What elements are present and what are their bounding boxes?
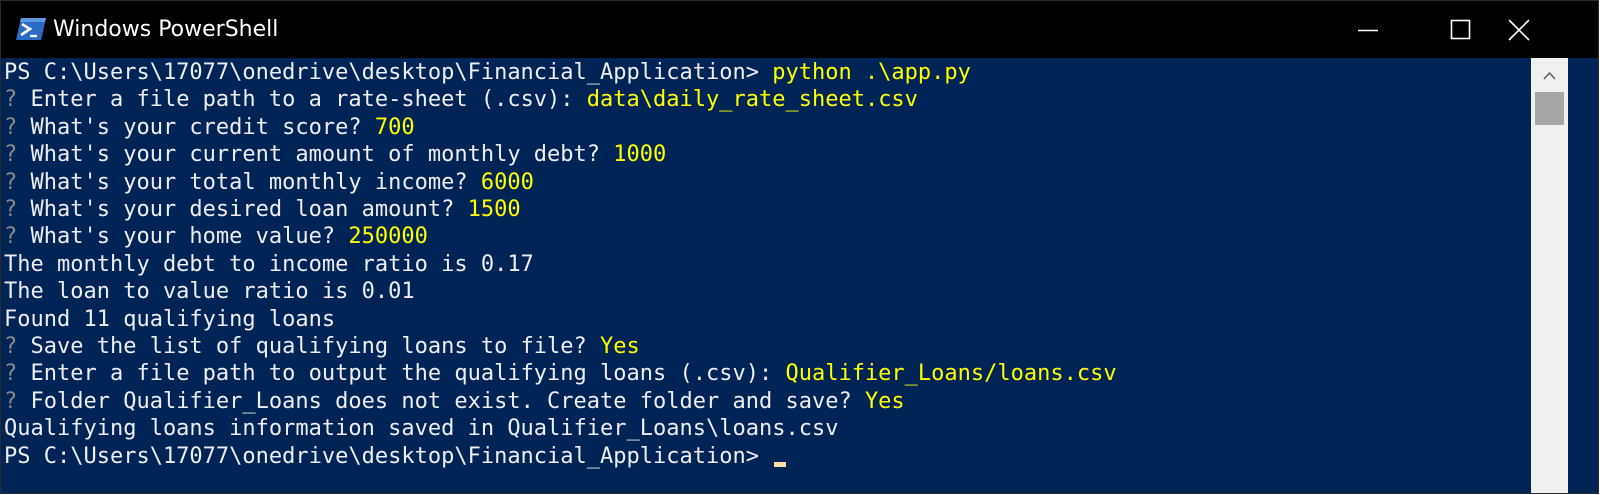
prompt-question: What's your total monthly income? bbox=[17, 169, 481, 195]
question-marker: ? bbox=[4, 361, 18, 387]
chevron-up-icon bbox=[1543, 71, 1556, 80]
console-line: PS C:\Users\17077\onedrive\desktop\Finan… bbox=[4, 59, 971, 86]
question-marker: ? bbox=[4, 142, 18, 168]
text-cursor bbox=[774, 461, 787, 467]
user-answer: Yes bbox=[864, 388, 905, 414]
scrollbar-thumb[interactable] bbox=[1535, 92, 1564, 125]
console-line: ? Enter a file path to output the qualif… bbox=[4, 360, 1117, 387]
console-line: ? What's your total monthly income? 6000 bbox=[4, 169, 534, 196]
console-output[interactable]: PS C:\Users\17077\onedrive\desktop\Finan… bbox=[4, 58, 1562, 493]
prompt-question: Enter a file path to a rate-sheet (.csv)… bbox=[17, 87, 587, 113]
console-text: The loan to value ratio is 0.01 bbox=[4, 279, 415, 305]
title-bar[interactable]: Windows PowerShell bbox=[1, 1, 1598, 58]
question-marker: ? bbox=[4, 114, 18, 140]
question-marker: ? bbox=[4, 197, 18, 222]
prompt-question: Folder Qualifier_Loans does not exist. C… bbox=[17, 388, 865, 414]
console-line: The monthly debt to income ratio is 0.17 bbox=[4, 251, 534, 278]
console-line: Found 11 qualifying loans bbox=[4, 306, 335, 333]
console-line: PS C:\Users\17077\onedrive\desktop\Finan… bbox=[4, 443, 787, 470]
user-answer: 700 bbox=[374, 114, 415, 140]
question-marker: ? bbox=[4, 87, 18, 113]
user-answer: 1500 bbox=[467, 197, 521, 222]
console-line: The loan to value ratio is 0.01 bbox=[4, 278, 415, 305]
powershell-window: Windows PowerShell PS C:\Users\17077\one… bbox=[0, 0, 1599, 494]
question-marker: ? bbox=[4, 169, 18, 195]
prompt-question: Enter a file path to output the qualifyi… bbox=[17, 361, 786, 387]
prompt-question: What's your home value? bbox=[17, 224, 349, 250]
console-text: PS C:\Users\17077\onedrive\desktop\Finan… bbox=[4, 443, 773, 469]
user-answer: data\daily_rate_sheet.csv bbox=[586, 87, 918, 113]
user-answer: 1000 bbox=[613, 142, 667, 168]
close-button[interactable] bbox=[1506, 1, 1598, 58]
window-title: Windows PowerShell bbox=[53, 17, 279, 42]
question-marker: ? bbox=[4, 334, 18, 359]
prompt-question: Save the list of qualifying loans to fil… bbox=[17, 334, 601, 359]
console-line: ? Enter a file path to a rate-sheet (.cs… bbox=[4, 86, 918, 113]
console-line: ? What's your desired loan amount? 1500 bbox=[4, 196, 521, 223]
user-answer: 250000 bbox=[348, 224, 428, 250]
console-text: The monthly debt to income ratio is 0.17 bbox=[4, 251, 534, 277]
scroll-up-button[interactable] bbox=[1531, 58, 1568, 92]
maximize-button[interactable] bbox=[1414, 1, 1506, 58]
close-icon bbox=[1508, 19, 1530, 41]
user-answer: Qualifier_Loans/loans.csv bbox=[785, 361, 1117, 387]
prompt-question: What's your desired loan amount? bbox=[17, 197, 468, 222]
console-line: ? What's your current amount of monthly … bbox=[4, 141, 666, 168]
minimize-button[interactable] bbox=[1322, 1, 1414, 58]
console-text: Qualifying loans information saved in Qu… bbox=[4, 416, 839, 442]
user-answer: 6000 bbox=[480, 169, 534, 195]
question-marker: ? bbox=[4, 388, 18, 414]
question-marker: ? bbox=[4, 224, 18, 250]
console-line: ? What's your home value? 250000 bbox=[4, 223, 428, 250]
powershell-icon bbox=[15, 16, 47, 42]
console-line: ? Save the list of qualifying loans to f… bbox=[4, 333, 640, 360]
console-line: ? What's your credit score? 700 bbox=[4, 114, 415, 141]
console-text: Found 11 qualifying loans bbox=[4, 306, 336, 332]
console-line: Qualifying loans information saved in Qu… bbox=[4, 415, 838, 442]
minimize-icon bbox=[1358, 29, 1378, 32]
vertical-scrollbar[interactable] bbox=[1531, 58, 1568, 493]
console-line: ? Folder Qualifier_Loans does not exist.… bbox=[4, 388, 905, 415]
maximize-icon bbox=[1450, 19, 1471, 40]
prompt-question: What's your credit score? bbox=[17, 114, 375, 140]
command-text: python .\app.py bbox=[772, 60, 971, 85]
user-answer: Yes bbox=[600, 334, 640, 359]
prompt-question: What's your current amount of monthly de… bbox=[17, 142, 614, 168]
shell-prompt: PS C:\Users\17077\onedrive\desktop\Finan… bbox=[4, 60, 773, 85]
